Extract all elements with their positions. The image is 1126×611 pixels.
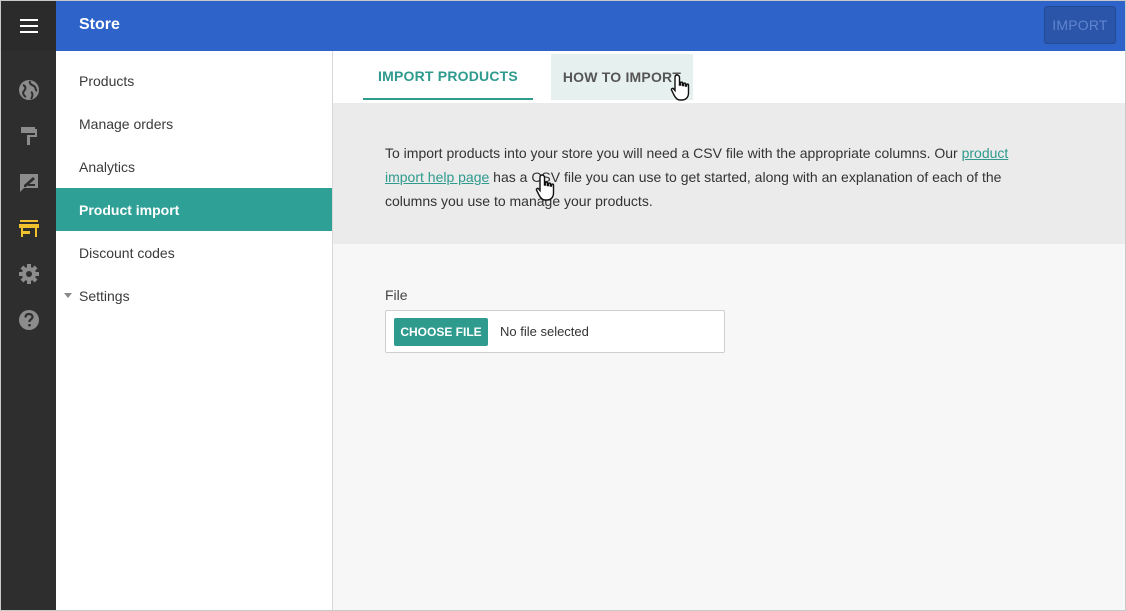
- instructions-text-start: To import products into your store you w…: [385, 145, 962, 161]
- help-icon[interactable]: [18, 309, 40, 331]
- edit-image-icon[interactable]: [18, 171, 40, 193]
- sidebar-item-product-import[interactable]: Product import: [56, 188, 332, 231]
- sidebar-item-label: Products: [79, 72, 135, 89]
- sidebar-item-label: Settings: [79, 287, 130, 304]
- caret-down-icon: [64, 293, 72, 298]
- sidebar-nav: Products Manage orders Analytics Product…: [56, 51, 333, 610]
- globe-icon[interactable]: [18, 79, 40, 101]
- tab-import-products[interactable]: IMPORT PRODUCTS: [363, 54, 533, 100]
- instructions-text: To import products into your store you w…: [385, 141, 1025, 213]
- main-content: IMPORT PRODUCTS HOW TO IMPORT To import …: [333, 51, 1125, 610]
- app-window: Store IMPORT Products Manage orders Anal…: [0, 0, 1126, 611]
- sidebar-item-manage-orders[interactable]: Manage orders: [56, 102, 332, 145]
- tab-bar: IMPORT PRODUCTS HOW TO IMPORT: [333, 51, 1125, 103]
- file-label: File: [385, 287, 408, 303]
- gear-icon[interactable]: [18, 263, 40, 285]
- hand-cursor-icon: [670, 74, 690, 101]
- sidebar-item-label: Manage orders: [79, 115, 174, 132]
- sidebar-item-settings[interactable]: Settings: [56, 274, 332, 317]
- page-title: Store: [79, 16, 120, 33]
- paint-roller-icon[interactable]: [18, 125, 40, 147]
- import-instructions-panel: To import products into your store you w…: [333, 103, 1125, 244]
- sidebar-item-label: Analytics: [79, 158, 136, 175]
- icon-rail: [1, 1, 56, 610]
- sidebar-item-discount-codes[interactable]: Discount codes: [56, 231, 332, 274]
- sidebar-item-label: Discount codes: [79, 244, 175, 261]
- choose-file-button[interactable]: CHOOSE FILE: [394, 318, 488, 346]
- sidebar-item-products[interactable]: Products: [56, 59, 332, 102]
- sidebar-item-label: Product import: [79, 201, 180, 218]
- top-app-bar: Store IMPORT: [56, 1, 1125, 51]
- file-input[interactable]: CHOOSE FILE No file selected: [385, 310, 725, 353]
- hamburger-menu-icon[interactable]: [1, 1, 56, 51]
- import-button[interactable]: IMPORT: [1044, 6, 1116, 44]
- store-icon[interactable]: [18, 217, 40, 239]
- hand-cursor-icon: [535, 174, 555, 201]
- file-upload-section: File CHOOSE FILE No file selected: [385, 287, 725, 353]
- file-status-text: No file selected: [500, 324, 589, 339]
- sidebar-item-analytics[interactable]: Analytics: [56, 145, 332, 188]
